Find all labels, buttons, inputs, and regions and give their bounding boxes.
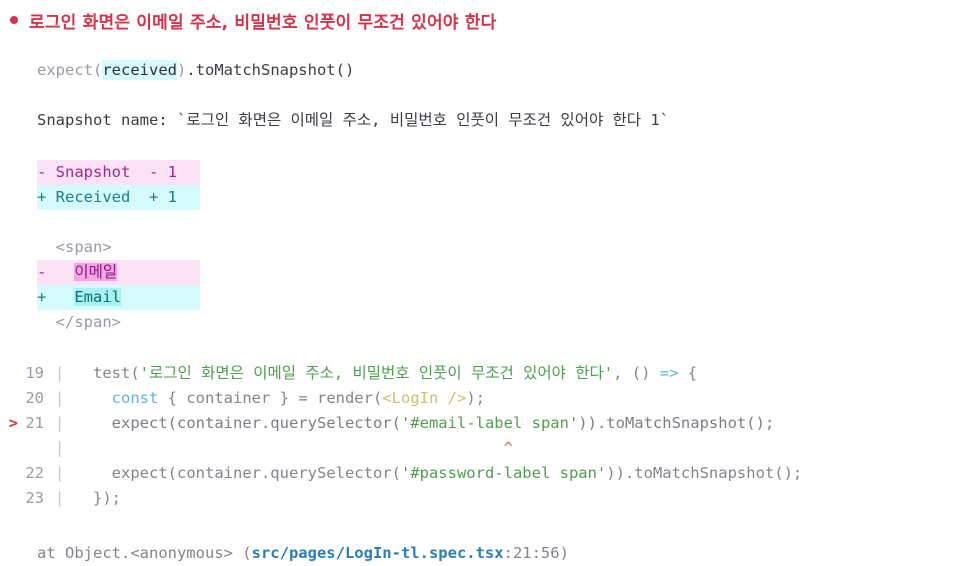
diff-removed-row: - 이메일: [37, 260, 200, 285]
code-frame: 19 | test('로그인 화면은 이메일 주소, 비밀번호 인풋이 무조건 있…: [0, 361, 960, 511]
code-token: , (): [613, 364, 660, 382]
code-token: )).toMatchSnapshot();: [578, 414, 775, 432]
code-frame-gutter-bar: |: [55, 389, 65, 407]
code-token: {: [678, 364, 698, 382]
stack-trace-line: at Object.<anonymous> (src/pages/LogIn-t…: [0, 541, 960, 566]
diff-added-row: + Email: [37, 285, 200, 310]
code-frame-line: 22 | expect(container.querySelector('#pas…: [0, 461, 960, 486]
diff-context-open-tag: <span>: [37, 238, 112, 256]
code-frame-line: 19 | test('로그인 화면은 이메일 주소, 비밀번호 인풋이 무조건 있…: [0, 361, 960, 386]
snapshot-name-line: Snapshot name: `로그인 화면은 이메일 주소, 비밀번호 인풋이…: [0, 108, 960, 133]
diff-legend-received-row: + Received + 1: [37, 185, 200, 210]
code-frame-gutter-bar: |: [55, 439, 65, 457]
code-frame-line-number: 19: [25, 364, 44, 382]
code-frame-error-marker: >: [8, 414, 18, 432]
stack-file-path[interactable]: src/pages/LogIn-tl.spec.tsx: [252, 544, 504, 562]
code-frame-gutter-bar: |: [55, 414, 65, 432]
code-frame-gutter-bar: |: [55, 364, 65, 382]
code-token: '#password-label span': [400, 464, 607, 482]
code-token: });: [74, 489, 122, 507]
diff-context-close-tag: </span>: [37, 313, 121, 331]
stack-location: :21:56): [503, 544, 569, 562]
bullet-icon: [10, 16, 18, 24]
code-frame-line-number: 20: [25, 389, 44, 407]
diff-added-value: Email: [74, 288, 121, 306]
expect-call-close: ): [176, 61, 187, 79]
test-title-text: 로그인 화면은 이메일 주소, 비밀번호 인풋이 무조건 있어야 한다: [29, 13, 497, 33]
code-frame-line-number: 21: [25, 414, 44, 432]
received-token: received: [102, 60, 177, 80]
code-frame-caret: ^: [503, 439, 513, 457]
code-frame-gutter-bar: |: [55, 489, 65, 507]
snapshot-name-label: Snapshot name:: [37, 111, 177, 129]
failing-test-title: 로그인 화면은 이메일 주소, 비밀번호 인풋이 무조건 있어야 한다: [0, 0, 960, 36]
code-token: '로그인 화면은 이메일 주소, 비밀번호 인풋이 무조건 있어야 한다': [139, 364, 614, 382]
code-token: { container } = render(: [158, 389, 383, 407]
code-token: <LogIn />: [382, 389, 467, 407]
code-token: )).toMatchSnapshot();: [606, 464, 803, 482]
expect-call-open: expect(: [37, 61, 103, 79]
code-token: =>: [659, 364, 679, 382]
code-frame-line: 23 | });: [0, 486, 960, 511]
snapshot-name-value: `로그인 화면은 이메일 주소, 비밀번호 인풋이 무조건 있어야 한다 1`: [176, 111, 670, 129]
code-token: const: [111, 389, 159, 407]
code-frame-line: 20 | const { container } = render(<LogIn …: [0, 386, 960, 411]
matcher-line: expect(received).toMatchSnapshot(): [0, 58, 960, 83]
diff-legend-snapshot-row: - Snapshot - 1: [37, 160, 200, 185]
code-frame-caret-pad: [74, 439, 503, 457]
code-frame-line-number: 23: [25, 489, 44, 507]
code-frame-line: | ^: [0, 436, 960, 461]
diff-body: <span> - 이메일 + Email </span>: [0, 235, 960, 335]
code-token: );: [466, 389, 485, 407]
code-token: expect(container.querySelector(: [74, 464, 401, 482]
code-frame-line-number: 22: [25, 464, 44, 482]
diff-added-prefix: +: [37, 288, 75, 306]
code-frame-gutter-bar: |: [55, 464, 65, 482]
jest-failure-output: 로그인 화면은 이메일 주소, 비밀번호 인풋이 무조건 있어야 한다 expe…: [0, 0, 960, 565]
diff-removed-prefix: -: [37, 263, 75, 281]
code-frame-line: >21 | expect(container.querySelector('#em…: [0, 411, 960, 436]
code-token: test(: [74, 364, 140, 382]
code-token: '#email-label span': [400, 414, 579, 432]
diff-removed-value: 이메일: [74, 263, 118, 281]
code-token: expect(container.querySelector(: [74, 414, 401, 432]
matcher-method: .toMatchSnapshot(): [186, 61, 355, 79]
stack-prefix: at Object.<anonymous> (: [37, 544, 252, 562]
diff-legend: - Snapshot - 1 + Received + 1: [0, 160, 960, 210]
